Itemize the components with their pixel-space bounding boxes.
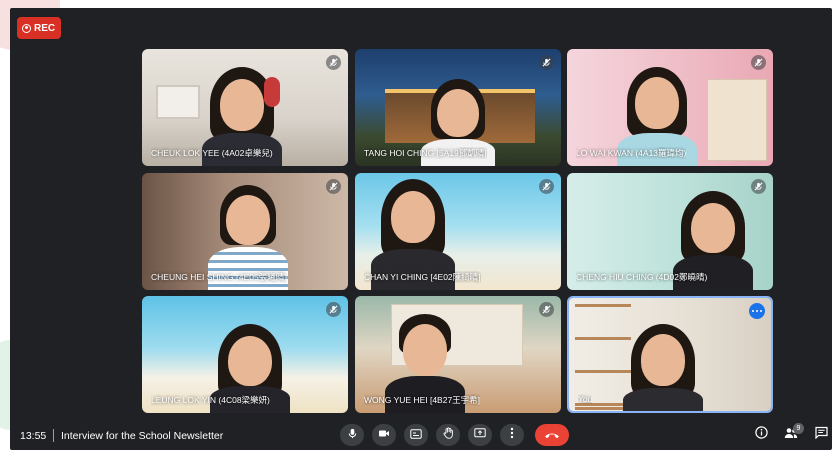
participant-tile[interactable]: LO WAI KWAN (4A13羅瑋均) xyxy=(567,49,773,166)
headphones xyxy=(264,77,280,107)
participant-tile[interactable]: WONG YUE HEI [4B27王宇希] xyxy=(355,296,561,413)
self-view-tile[interactable]: You xyxy=(567,296,773,413)
muted-mic-icon xyxy=(751,179,766,194)
participant-name: You xyxy=(578,394,593,404)
raise-hand-button[interactable] xyxy=(436,424,460,446)
participant-tile[interactable]: CHEUK LOK YEE (4A02卓樂兒) xyxy=(142,49,348,166)
raise-hand-icon xyxy=(442,426,454,444)
meeting-title: Interview for the School Newsletter xyxy=(61,430,224,442)
muted-mic-icon xyxy=(326,179,341,194)
bottom-toolbar: 13:55 Interview for the School Newslette… xyxy=(10,420,832,450)
recording-indicator: REC xyxy=(17,17,61,39)
captions-button[interactable] xyxy=(404,424,428,446)
divider xyxy=(53,429,54,442)
present-button[interactable] xyxy=(468,424,492,446)
participant-tile[interactable]: TANG HOI CHING [5A19鄧凱晴] xyxy=(355,49,561,166)
people-count-badge: 9 xyxy=(793,423,804,434)
wall-frames xyxy=(156,85,200,119)
meeting-info-button[interactable] xyxy=(752,426,770,444)
camera-icon xyxy=(378,426,390,444)
meeting-clock: 13:55 xyxy=(20,430,47,442)
captions-icon xyxy=(410,426,422,444)
people-button[interactable]: 9 xyxy=(782,423,804,444)
participant-name: CHENG HIU CHING (4D02鄭曉晴) xyxy=(576,272,708,282)
recording-label: REC xyxy=(34,22,56,34)
more-options-icon[interactable] xyxy=(749,303,765,319)
participant-name: LO WAI KWAN (4A13羅瑋均) xyxy=(576,148,687,158)
participant-tile[interactable]: CHAN YI CHING [4E02陳綺晴] xyxy=(355,173,561,290)
camera-button[interactable] xyxy=(372,424,396,446)
more-options-icon xyxy=(510,426,514,444)
participant-name: TANG HOI CHING [5A19鄧凱晴] xyxy=(364,148,487,158)
chat-icon xyxy=(814,426,828,444)
meeting-info-icon xyxy=(754,426,768,444)
more-options-button[interactable] xyxy=(500,424,524,446)
muted-mic-icon xyxy=(326,55,341,70)
mic-icon xyxy=(347,426,358,444)
participant-tile[interactable]: LEUNG LOK YIN (4C08梁樂妍) xyxy=(142,296,348,413)
chat-button[interactable] xyxy=(812,426,830,444)
participant-tile[interactable]: CHENG HIU CHING (4D02鄭曉晴) xyxy=(567,173,773,290)
participant-tile[interactable]: CHEUNG HEI SHING (4E05張曦晴) xyxy=(142,173,348,290)
muted-mic-icon xyxy=(539,302,554,317)
mic-button[interactable] xyxy=(340,424,364,446)
present-icon xyxy=(474,426,486,444)
muted-mic-icon xyxy=(539,179,554,194)
muted-mic-icon xyxy=(539,55,554,70)
participant-name: LEUNG LOK YIN (4C08梁樂妍) xyxy=(151,395,270,405)
participant-video xyxy=(623,324,703,411)
participant-name: CHEUK LOK YEE (4A02卓樂兒) xyxy=(151,148,273,158)
participant-name: CHEUNG HEI SHING (4E05張曦晴) xyxy=(151,272,288,282)
background-boxes xyxy=(707,79,767,161)
record-icon xyxy=(22,23,31,33)
hang-up-button[interactable] xyxy=(535,424,569,446)
muted-mic-icon xyxy=(326,302,341,317)
participant-name: WONG YUE HEI [4B27王宇希] xyxy=(364,395,481,405)
participant-name: CHAN YI CHING [4E02陳綺晴] xyxy=(364,272,481,282)
muted-mic-icon xyxy=(751,55,766,70)
hang-up-icon xyxy=(544,426,560,444)
